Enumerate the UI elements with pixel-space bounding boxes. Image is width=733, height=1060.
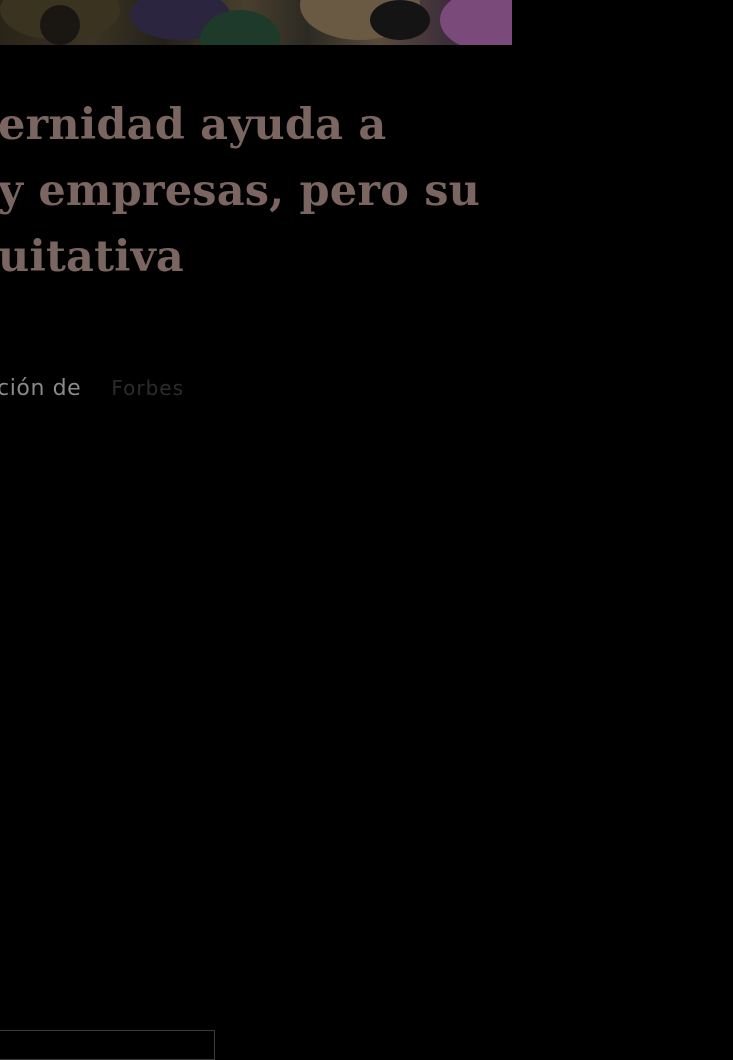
headline-line: uitativa bbox=[0, 232, 184, 282]
article-headline: ernidad ayuda a y empresas, pero su uita… bbox=[0, 92, 518, 290]
hero-image bbox=[0, 0, 512, 45]
source-link[interactable]: Forbes bbox=[111, 376, 184, 400]
headline-line: ernidad ayuda a bbox=[0, 100, 387, 150]
byline-prefix: ción de bbox=[0, 376, 82, 401]
article-byline: ción de Forbes bbox=[0, 373, 184, 404]
bottom-panel bbox=[0, 1030, 215, 1060]
headline-line: y empresas, pero su bbox=[0, 166, 481, 216]
